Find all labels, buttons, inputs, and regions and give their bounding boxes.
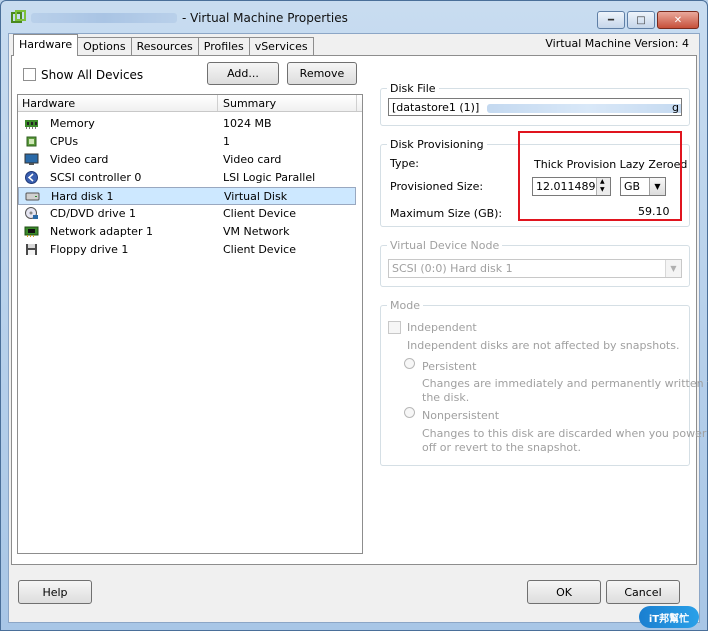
annotation-highlight-box	[518, 131, 682, 221]
vm-properties-window: - Virtual Machine Properties ━ □ ✕ Hardw…	[0, 0, 708, 631]
device-summary: Video card	[223, 153, 282, 166]
device-name: Memory	[50, 117, 95, 130]
device-row-video-card[interactable]: Video card Video card	[18, 151, 356, 169]
column-divider-end	[356, 95, 357, 111]
device-row-network-adapter[interactable]: Network adapter 1 VM Network	[18, 223, 356, 241]
vm-version-label: Virtual Machine Version: 4	[545, 37, 689, 50]
cancel-button[interactable]: Cancel	[606, 580, 680, 604]
virtual-device-node-value: SCSI (0:0) Hard disk 1	[392, 262, 513, 275]
disk-file-legend: Disk File	[387, 82, 439, 95]
nonpersistent-description-line1: Changes to this disk are discarded when …	[422, 427, 707, 440]
maximum-size-label: Maximum Size (GB):	[390, 207, 503, 220]
virtual-device-node-dropdown[interactable]: SCSI (0:0) Hard disk 1 ▼	[388, 259, 682, 278]
show-all-devices-checkbox[interactable]	[23, 68, 36, 81]
mode-group: Mode Independent Independent disks are n…	[380, 299, 708, 466]
virtual-device-node-legend: Virtual Device Node	[387, 239, 503, 252]
persistent-description-line1: Changes are immediately and permanently …	[422, 377, 708, 390]
remove-device-button[interactable]: Remove	[287, 62, 357, 85]
independent-label: Independent	[407, 321, 477, 334]
column-header-hardware[interactable]: Hardware	[22, 97, 75, 110]
disk-file-field[interactable]: [datastore1 (1)] g	[388, 98, 682, 116]
tab-options[interactable]: Options	[77, 37, 132, 56]
tab-vservices[interactable]: vServices	[248, 37, 314, 56]
hard-disk-icon	[25, 192, 40, 201]
device-name: CD/DVD drive 1	[50, 207, 136, 220]
redacted-vm-name	[31, 13, 177, 23]
nonpersistent-label: Nonpersistent	[422, 409, 500, 422]
type-label: Type:	[390, 157, 419, 170]
network-adapter-icon	[24, 226, 39, 237]
maximize-icon: □	[636, 14, 646, 26]
tab-resources[interactable]: Resources	[130, 37, 199, 56]
disk-file-path-redacted	[486, 103, 681, 113]
persistent-description-line2: the disk.	[422, 391, 470, 404]
title-bar[interactable]: - Virtual Machine Properties ━ □ ✕	[1, 1, 707, 33]
ithome-watermark-logo: iT邦幫忙	[639, 606, 699, 628]
tab-strip: Hardware Options Resources Profiles vSer…	[13, 34, 314, 56]
cpu-icon	[26, 136, 37, 147]
add-device-button[interactable]: Add...	[207, 62, 279, 85]
chevron-down-icon: ▼	[665, 260, 681, 277]
device-summary: Client Device	[223, 207, 296, 220]
device-name: Network adapter 1	[50, 225, 153, 238]
device-name: CPUs	[50, 135, 79, 148]
device-name: Hard disk 1	[51, 190, 114, 203]
persistent-radio[interactable]	[404, 358, 415, 369]
device-row-cd-dvd[interactable]: CD/DVD drive 1 Client Device	[18, 205, 356, 223]
window-controls: ━ □ ✕	[597, 11, 699, 29]
disk-provisioning-legend: Disk Provisioning	[387, 138, 487, 151]
minimize-button[interactable]: ━	[597, 11, 625, 29]
help-button[interactable]: Help	[18, 580, 92, 604]
device-row-scsi-controller[interactable]: SCSI controller 0 LSI Logic Parallel	[18, 169, 356, 187]
device-name: Floppy drive 1	[50, 243, 129, 256]
device-list-header: Hardware Summary	[18, 95, 362, 112]
provisioned-size-label: Provisioned Size:	[390, 180, 484, 193]
tab-hardware[interactable]: Hardware	[13, 34, 79, 56]
device-list: Hardware Summary Memory 1024 MB CPUs 1 V…	[17, 94, 363, 554]
vsphere-app-icon	[11, 10, 26, 23]
disk-file-value: [datastore1 (1)]	[392, 101, 480, 114]
maximize-button[interactable]: □	[627, 11, 655, 29]
window-title: - Virtual Machine Properties	[182, 11, 348, 25]
cd-dvd-icon	[25, 207, 38, 219]
column-divider[interactable]	[217, 95, 218, 111]
ok-button[interactable]: OK	[527, 580, 601, 604]
show-all-devices-label: Show All Devices	[41, 68, 144, 82]
device-summary: Client Device	[223, 243, 296, 256]
device-name: SCSI controller 0	[50, 171, 142, 184]
mode-legend: Mode	[387, 299, 423, 312]
virtual-device-node-group: Virtual Device Node SCSI (0:0) Hard disk…	[380, 239, 690, 287]
monitor-icon	[24, 153, 39, 165]
device-summary: Virtual Disk	[224, 190, 288, 203]
persistent-label: Persistent	[422, 360, 477, 373]
device-row-memory[interactable]: Memory 1024 MB	[18, 115, 356, 133]
independent-checkbox[interactable]	[388, 321, 401, 334]
close-button[interactable]: ✕	[657, 11, 699, 29]
nonpersistent-radio[interactable]	[404, 407, 415, 418]
device-summary: 1	[223, 135, 230, 148]
dialog-client-area: Hardware Options Resources Profiles vSer…	[8, 33, 708, 623]
scsi-controller-icon	[25, 171, 38, 184]
disk-file-value-tail: g	[672, 101, 679, 114]
device-row-floppy[interactable]: Floppy drive 1 Client Device	[18, 241, 356, 259]
device-row-hard-disk[interactable]: Hard disk 1 Virtual Disk	[18, 187, 356, 205]
close-icon: ✕	[673, 14, 683, 26]
nonpersistent-description-line2: off or revert to the snapshot.	[422, 441, 581, 454]
device-summary: LSI Logic Parallel	[223, 171, 316, 184]
device-row-cpus[interactable]: CPUs 1	[18, 133, 356, 151]
column-header-summary[interactable]: Summary	[223, 97, 276, 110]
hardware-panel: Show All Devices Add... Remove Hardware …	[11, 55, 708, 565]
independent-description: Independent disks are not affected by sn…	[407, 339, 680, 352]
device-name: Video card	[50, 153, 109, 166]
disk-file-group: Disk File [datastore1 (1)] g	[380, 82, 690, 126]
memory-icon	[25, 120, 38, 129]
device-summary: VM Network	[223, 225, 290, 238]
minimize-icon: ━	[607, 14, 615, 26]
floppy-icon	[26, 244, 37, 255]
tab-profiles[interactable]: Profiles	[197, 37, 250, 56]
device-summary: 1024 MB	[223, 117, 272, 130]
